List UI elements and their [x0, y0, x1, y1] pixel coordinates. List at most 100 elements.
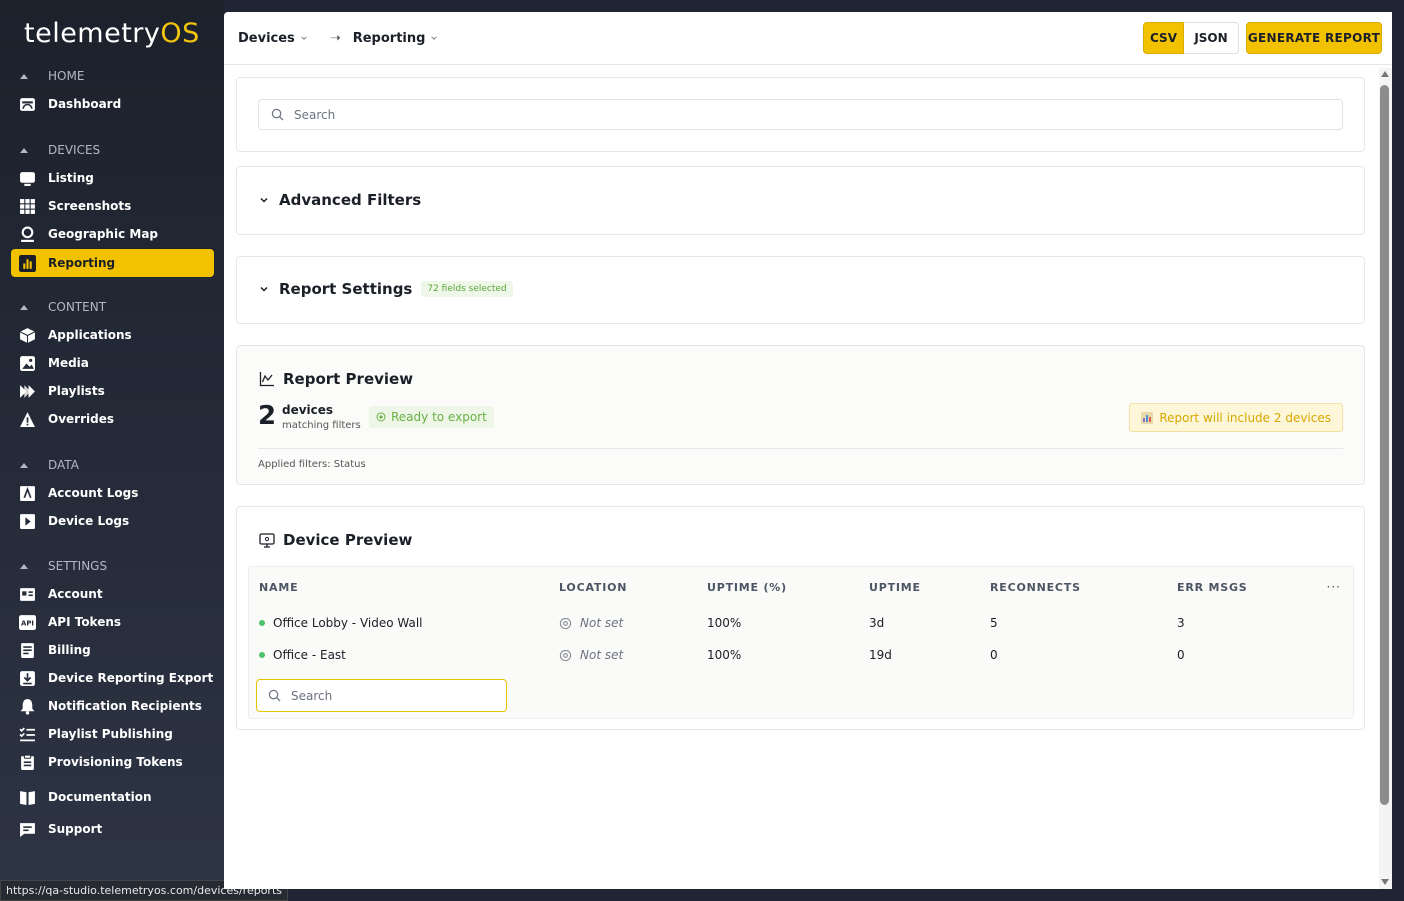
sidebar-item-reporting[interactable]: Reporting	[11, 249, 214, 277]
checklist-icon	[19, 726, 36, 743]
collapse-caret-icon	[20, 563, 28, 569]
search-field[interactable]	[258, 99, 1343, 130]
device-count: 2	[258, 401, 277, 431]
arrow-right-icon: ➝	[329, 30, 341, 46]
section-home[interactable]: HOME	[20, 68, 84, 84]
sidebar-item-account[interactable]: Account	[11, 580, 214, 608]
collapse-caret-icon	[20, 304, 28, 310]
table-row-name[interactable]: Office Lobby - Video Wall	[259, 616, 423, 630]
chevron-down-icon	[260, 286, 268, 292]
logo-accent-text: OS	[160, 18, 200, 49]
column-header-location[interactable]: LOCATION	[559, 581, 627, 594]
chevron-down-icon	[260, 197, 268, 203]
report-settings-card[interactable]: Report Settings 72 fields selected	[236, 256, 1365, 324]
column-header-uptime-pct[interactable]: UPTIME (%)	[707, 581, 787, 594]
svg-text:API: API	[21, 619, 34, 627]
sidebar-item-overrides[interactable]: Overrides	[11, 405, 214, 433]
table-row-uptime: 19d	[869, 648, 892, 662]
sidebar-item-playlists[interactable]: Playlists	[11, 377, 214, 405]
report-settings-toggle[interactable]: Report Settings 72 fields selected	[259, 280, 513, 298]
account-log-icon	[19, 485, 36, 502]
scroll-up-arrow-icon[interactable]	[1381, 71, 1389, 77]
sidebar-item-media[interactable]: Media	[11, 349, 214, 377]
table-row-reconnects: 5	[990, 616, 998, 630]
online-status-dot	[259, 652, 265, 658]
sidebar-item-device-logs[interactable]: Device Logs	[11, 507, 214, 535]
collapse-caret-icon	[20, 73, 28, 79]
table-row-uptime-pct: 100%	[707, 648, 742, 662]
grid-icon	[19, 198, 36, 215]
sidebar-item-listing[interactable]: Listing	[11, 164, 214, 192]
bar-chart-icon	[1141, 411, 1154, 424]
scroll-down-arrow-icon[interactable]	[1381, 879, 1389, 885]
device-preview-card: Device Preview NAME LOCATION UPTIME (%) …	[236, 506, 1365, 730]
applied-filters-text: Applied filters: Status	[258, 459, 366, 470]
sidebar-item-api-tokens[interactable]: API API Tokens	[11, 608, 214, 636]
device-preview-heading: Device Preview	[259, 531, 412, 549]
table-row-uptime: 3d	[869, 616, 885, 630]
top-bar: Devices ➝ Reporting CSV JSON GENERATE RE…	[224, 12, 1392, 65]
table-row-reconnects: 0	[990, 648, 998, 662]
column-header-reconnects[interactable]: RECONNECTS	[990, 581, 1081, 594]
dashboard-icon	[19, 96, 36, 113]
id-card-icon	[19, 586, 36, 603]
sidebar-item-documentation[interactable]: Documentation	[11, 783, 214, 811]
device-log-icon	[19, 513, 36, 530]
scrollbar-thumb[interactable]	[1380, 85, 1389, 805]
sidebar-item-applications[interactable]: Applications	[11, 321, 214, 349]
breadcrumb-reporting[interactable]: Reporting	[353, 31, 439, 46]
api-icon: API	[19, 614, 36, 631]
sidebar-item-dashboard[interactable]: Dashboard	[11, 90, 214, 118]
table-search-input[interactable]	[291, 688, 491, 703]
column-header-name[interactable]: NAME	[259, 581, 298, 594]
warning-icon	[19, 411, 36, 428]
breadcrumb-devices[interactable]: Devices	[238, 31, 308, 46]
column-header-err-msgs[interactable]: ERR MSGS	[1177, 581, 1248, 594]
sidebar-item-billing[interactable]: Billing	[11, 636, 214, 664]
advanced-filters-card[interactable]: Advanced Filters	[236, 166, 1365, 235]
sidebar-item-playlist-publishing[interactable]: Playlist Publishing	[11, 720, 214, 748]
sidebar-item-notification-recipients[interactable]: Notification Recipients	[11, 692, 214, 720]
generate-report-button[interactable]: GENERATE REPORT	[1246, 22, 1382, 54]
main-content: Devices ➝ Reporting CSV JSON GENERATE RE…	[224, 12, 1392, 889]
csv-format-button[interactable]: CSV	[1143, 22, 1184, 54]
column-header-uptime[interactable]: UPTIME	[869, 581, 921, 594]
sidebar-item-provisioning-tokens[interactable]: Provisioning Tokens	[11, 748, 214, 776]
check-circle-icon	[376, 412, 386, 422]
search-card	[236, 77, 1365, 152]
search-input[interactable]	[294, 107, 1294, 122]
online-status-dot	[259, 620, 265, 626]
json-format-button[interactable]: JSON	[1184, 22, 1239, 54]
chart-line-icon	[259, 372, 274, 387]
app-logo[interactable]: telemetryOS	[24, 18, 200, 49]
device-table: NAME LOCATION UPTIME (%) UPTIME RECONNEC…	[248, 566, 1354, 719]
section-content[interactable]: CONTENT	[20, 299, 106, 315]
report-preview-heading: Report Preview	[259, 370, 413, 388]
playlist-icon	[19, 383, 36, 400]
sidebar-item-support[interactable]: Support	[11, 815, 214, 843]
ready-to-export-badge: Ready to export	[369, 406, 494, 428]
report-preview-card: Report Preview 2 devices matching filter…	[236, 345, 1365, 485]
sidebar-item-device-reporting-export[interactable]: Device Reporting Export	[11, 664, 214, 692]
sidebar: telemetryOS HOME Dashboard DEVICES Listi…	[0, 0, 224, 901]
section-devices[interactable]: DEVICES	[20, 142, 100, 158]
chevron-down-icon	[301, 36, 307, 40]
location-icon	[559, 649, 572, 661]
map-pin-icon	[19, 226, 36, 243]
bar-chart-icon	[19, 254, 36, 272]
search-icon	[268, 689, 281, 702]
collapse-caret-icon	[20, 147, 28, 153]
divider	[258, 448, 1343, 449]
section-settings[interactable]: SETTINGS	[20, 558, 107, 574]
more-options-icon[interactable]: ···	[1327, 580, 1341, 594]
clipboard-icon	[19, 754, 36, 771]
table-search-field[interactable]	[256, 679, 507, 712]
section-data[interactable]: DATA	[20, 457, 79, 473]
advanced-filters-toggle[interactable]: Advanced Filters	[259, 191, 421, 209]
table-row-name[interactable]: Office - East	[259, 648, 346, 662]
sidebar-item-account-logs[interactable]: Account Logs	[11, 479, 214, 507]
chat-icon	[19, 821, 36, 838]
sidebar-item-geographic-map[interactable]: Geographic Map	[11, 220, 214, 248]
sidebar-item-screenshots[interactable]: Screenshots	[11, 192, 214, 220]
bell-icon	[19, 698, 36, 715]
